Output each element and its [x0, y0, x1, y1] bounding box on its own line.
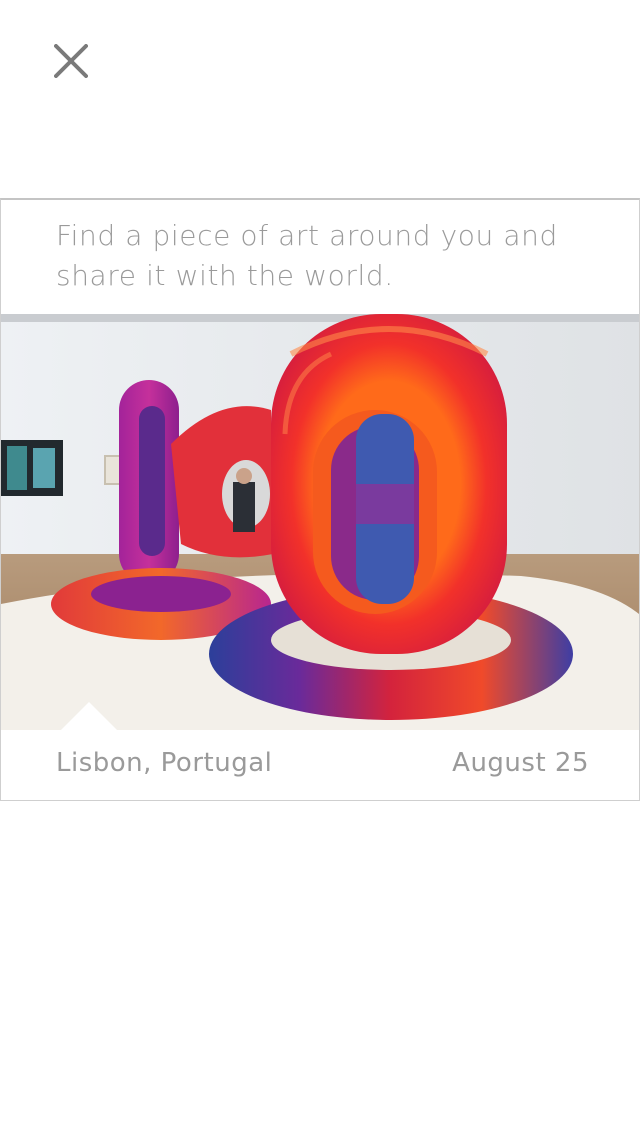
- card-footer: Lisbon, Portugal August 25: [1, 730, 639, 800]
- card-prompt: Find a piece of art around you and share…: [56, 219, 558, 292]
- app-screen: Find a piece of art around you and share…: [0, 0, 640, 1136]
- artwork-photo[interactable]: [1, 314, 639, 730]
- art-card[interactable]: Find a piece of art around you and share…: [0, 198, 640, 801]
- close-icon: [54, 44, 88, 78]
- photo-pointer: [61, 702, 117, 730]
- close-button[interactable]: [46, 36, 96, 86]
- date-label: August 25: [452, 748, 589, 778]
- location-label: Lisbon, Portugal: [56, 748, 273, 778]
